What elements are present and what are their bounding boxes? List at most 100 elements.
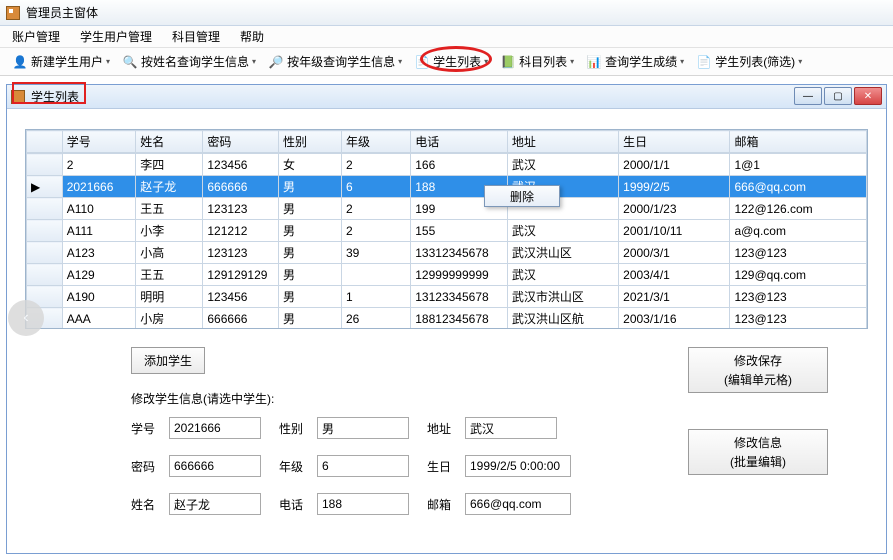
column-header[interactable]: 电话 xyxy=(411,131,508,153)
table-cell[interactable]: 123@123 xyxy=(730,308,867,329)
table-cell[interactable]: 小李 xyxy=(136,220,203,242)
table-row[interactable]: A110王五123123男21992000/1/23122@126.com xyxy=(27,198,867,220)
table-cell[interactable]: 1999/2/5 xyxy=(619,176,730,198)
table-cell[interactable]: 123123 xyxy=(203,242,279,264)
row-header[interactable]: ▶ xyxy=(27,176,63,198)
row-header[interactable] xyxy=(27,154,63,176)
table-row[interactable]: A129王五129129129男 12999999999武汉2003/4/1129… xyxy=(27,264,867,286)
row-header[interactable] xyxy=(27,220,63,242)
close-button[interactable]: ✕ xyxy=(854,87,882,105)
table-cell[interactable]: 武汉 xyxy=(507,154,618,176)
table-cell[interactable]: A123 xyxy=(62,242,136,264)
table-cell[interactable]: 1@1 xyxy=(730,154,867,176)
table-cell[interactable]: 2 xyxy=(341,198,410,220)
add-student-button[interactable]: 添加学生 xyxy=(131,347,205,374)
table-cell[interactable]: 155 xyxy=(411,220,508,242)
table-row[interactable]: A123小高123123男3913312345678武汉洪山区2000/3/11… xyxy=(27,242,867,264)
menu-student-user[interactable]: 学生用户管理 xyxy=(80,28,152,45)
table-cell[interactable]: 男 xyxy=(278,308,341,329)
table-cell[interactable]: 18812345678 xyxy=(411,308,508,329)
table-cell[interactable]: 129@qq.com xyxy=(730,264,867,286)
table-cell[interactable]: 2003/1/16 xyxy=(619,308,730,329)
table-cell[interactable]: 明明 xyxy=(136,286,203,308)
table-cell[interactable]: 2000/3/1 xyxy=(619,242,730,264)
table-cell[interactable]: 39 xyxy=(341,242,410,264)
batch-edit-button[interactable]: 修改信息(批量编辑) xyxy=(688,429,828,475)
table-cell[interactable]: A129 xyxy=(62,264,136,286)
toolbar-item-6[interactable]: 📄学生列表(筛选)▾ xyxy=(692,51,806,72)
table-cell[interactable]: 男 xyxy=(278,264,341,286)
table-cell[interactable]: 666@qq.com xyxy=(730,176,867,198)
input-name[interactable] xyxy=(169,493,261,515)
table-row[interactable]: AAA小房666666男2618812345678武汉洪山区航2003/1/16… xyxy=(27,308,867,329)
table-cell[interactable]: A110 xyxy=(62,198,136,220)
table-cell[interactable]: 小高 xyxy=(136,242,203,264)
table-cell[interactable]: 2001/10/11 xyxy=(619,220,730,242)
save-edit-button[interactable]: 修改保存(编辑单元格) xyxy=(688,347,828,393)
column-header[interactable]: 学号 xyxy=(62,131,136,153)
table-cell[interactable]: 13312345678 xyxy=(411,242,508,264)
table-cell[interactable]: 李四 xyxy=(136,154,203,176)
row-header[interactable] xyxy=(27,198,63,220)
table-cell[interactable]: 武汉 xyxy=(507,264,618,286)
table-cell[interactable]: 166 xyxy=(411,154,508,176)
table-cell[interactable]: 129129129 xyxy=(203,264,279,286)
table-cell[interactable]: 王五 xyxy=(136,264,203,286)
table-cell[interactable]: 2000/1/1 xyxy=(619,154,730,176)
table-cell[interactable]: 赵子龙 xyxy=(136,176,203,198)
input-grade[interactable] xyxy=(317,455,409,477)
table-cell[interactable]: 666666 xyxy=(203,176,279,198)
table-cell[interactable]: 13123345678 xyxy=(411,286,508,308)
table-cell[interactable]: 武汉市洪山区 xyxy=(507,286,618,308)
table-cell[interactable]: A190 xyxy=(62,286,136,308)
input-phone[interactable] xyxy=(317,493,409,515)
column-header[interactable]: 地址 xyxy=(507,131,618,153)
input-gender[interactable] xyxy=(317,417,409,439)
table-cell[interactable]: 2003/4/1 xyxy=(619,264,730,286)
table-cell[interactable]: 1 xyxy=(341,286,410,308)
table-cell[interactable]: 武汉 xyxy=(507,220,618,242)
toolbar-item-0[interactable]: 👤新建学生用户▾ xyxy=(8,51,114,72)
table-cell[interactable]: 2 xyxy=(341,154,410,176)
menu-help[interactable]: 帮助 xyxy=(240,28,264,45)
table-cell[interactable]: 男 xyxy=(278,286,341,308)
table-cell[interactable]: 122@126.com xyxy=(730,198,867,220)
column-header[interactable]: 生日 xyxy=(619,131,730,153)
table-cell[interactable]: 26 xyxy=(341,308,410,329)
table-cell[interactable]: 2000/1/23 xyxy=(619,198,730,220)
table-cell[interactable]: 123123 xyxy=(203,198,279,220)
column-header[interactable]: 性别 xyxy=(278,131,341,153)
input-bday[interactable] xyxy=(465,455,571,477)
toolbar-item-4[interactable]: 📗科目列表▾ xyxy=(496,51,578,72)
column-header[interactable]: 密码 xyxy=(203,131,279,153)
data-grid[interactable]: 学号姓名密码性别年级电话地址生日邮箱 2李四123456女2166武汉2000/… xyxy=(25,129,868,329)
table-cell[interactable]: 123456 xyxy=(203,286,279,308)
row-header[interactable] xyxy=(27,242,63,264)
column-header[interactable]: 姓名 xyxy=(136,131,203,153)
table-cell[interactable]: 王五 xyxy=(136,198,203,220)
table-cell[interactable]: 12999999999 xyxy=(411,264,508,286)
toolbar-item-5[interactable]: 📊查询学生成绩▾ xyxy=(582,51,688,72)
table-row[interactable]: 2李四123456女2166武汉2000/1/11@1 xyxy=(27,154,867,176)
table-cell[interactable]: 男 xyxy=(278,198,341,220)
context-menu-delete[interactable]: 删除 xyxy=(484,185,560,207)
table-row[interactable]: ▶2021666赵子龙666666男6188武汉1999/2/5666@qq.c… xyxy=(27,176,867,198)
table-cell[interactable]: 2021666 xyxy=(62,176,136,198)
input-id[interactable] xyxy=(169,417,261,439)
column-header[interactable]: 邮箱 xyxy=(730,131,867,153)
menu-account[interactable]: 账户管理 xyxy=(12,28,60,45)
table-cell[interactable]: 6 xyxy=(341,176,410,198)
table-cell[interactable]: 小房 xyxy=(136,308,203,329)
table-cell[interactable] xyxy=(341,264,410,286)
table-cell[interactable]: 男 xyxy=(278,176,341,198)
table-row[interactable]: A190明明123456男113123345678武汉市洪山区2021/3/11… xyxy=(27,286,867,308)
table-cell[interactable]: 男 xyxy=(278,242,341,264)
row-header[interactable] xyxy=(27,264,63,286)
table-cell[interactable]: 123@123 xyxy=(730,286,867,308)
table-cell[interactable]: 123456 xyxy=(203,154,279,176)
toolbar-item-1[interactable]: 🔍按姓名查询学生信息▾ xyxy=(118,51,260,72)
table-cell[interactable]: 女 xyxy=(278,154,341,176)
maximize-button[interactable]: ▢ xyxy=(824,87,852,105)
input-addr[interactable] xyxy=(465,417,557,439)
minimize-button[interactable]: — xyxy=(794,87,822,105)
